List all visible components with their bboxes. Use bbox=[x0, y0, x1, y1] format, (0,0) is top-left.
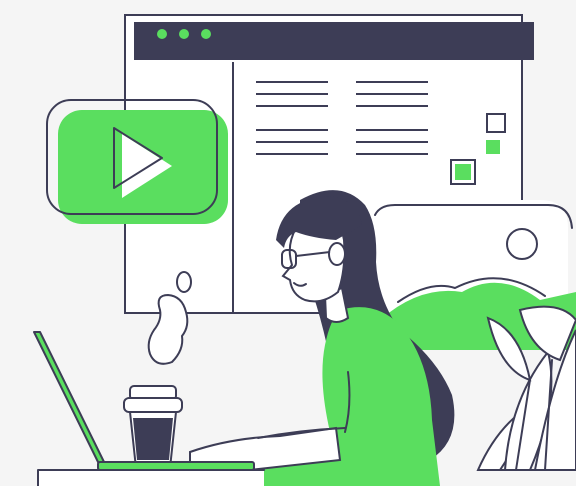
window-dot-icon bbox=[201, 29, 211, 39]
illustration-scene bbox=[0, 0, 576, 486]
coffee-cup bbox=[123, 385, 183, 469]
sun-icon bbox=[506, 228, 538, 260]
ear bbox=[328, 242, 346, 266]
plant bbox=[476, 305, 576, 471]
laptop-base bbox=[97, 461, 255, 471]
laptop-screen bbox=[33, 331, 107, 467]
window-titlebar bbox=[134, 22, 534, 60]
window-dot-icon bbox=[179, 29, 189, 39]
illustration-svg bbox=[33, 14, 576, 486]
video-player-card bbox=[46, 99, 228, 224]
window-dot-icon bbox=[157, 29, 167, 39]
